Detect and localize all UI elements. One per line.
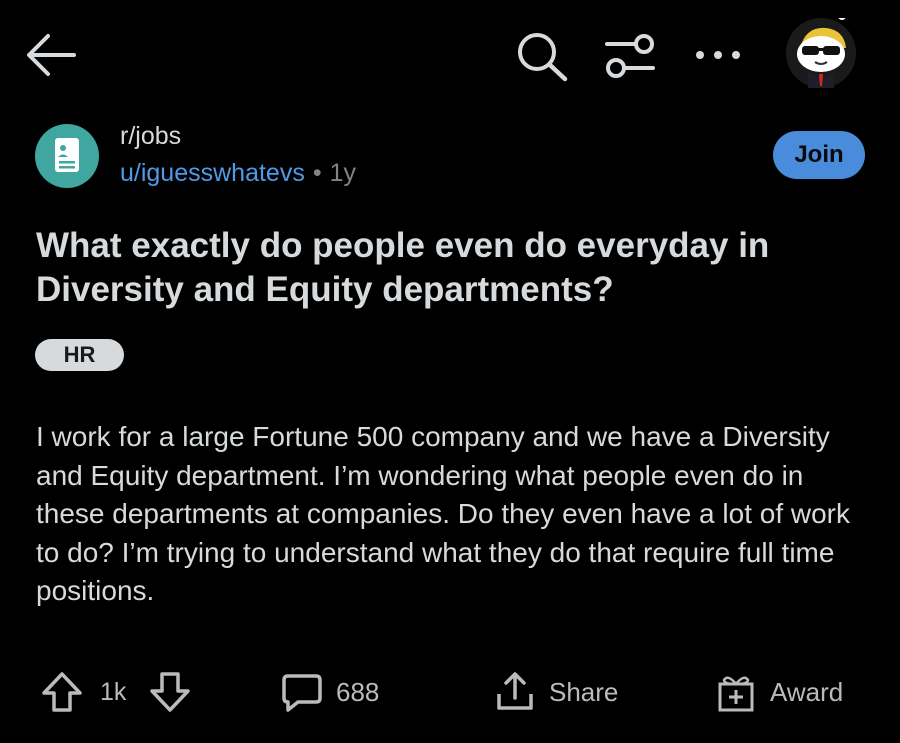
- award-label: Award: [770, 676, 844, 707]
- downvote-icon: [150, 672, 190, 712]
- upvote-button[interactable]: [40, 670, 84, 714]
- post-body: I work for a large Fortune 500 company a…: [36, 421, 851, 606]
- downvote-button[interactable]: [148, 670, 192, 714]
- share-label: Share: [549, 676, 619, 707]
- document-icon: [55, 138, 79, 172]
- join-button[interactable]: Join: [773, 131, 865, 179]
- subreddit-icon[interactable]: [35, 124, 99, 188]
- award-button[interactable]: Award: [714, 670, 843, 714]
- more-icon[interactable]: [693, 44, 743, 66]
- share-button[interactable]: Share: [493, 670, 618, 714]
- post-meta: u/iguesswhatevs • 1y: [120, 159, 356, 188]
- avatar-snoo-icon: [786, 12, 856, 88]
- subreddit-name[interactable]: r/jobs: [120, 122, 181, 151]
- flair-badge[interactable]: HR: [35, 339, 124, 371]
- upvote-icon: [42, 672, 82, 712]
- comment-icon: [282, 674, 322, 712]
- search-icon[interactable]: [515, 30, 571, 82]
- top-bar: [0, 0, 900, 110]
- vote-count: 1k: [100, 678, 127, 706]
- share-icon: [497, 672, 533, 710]
- award-gift-icon: [718, 676, 754, 712]
- post-age: 1y: [329, 159, 356, 187]
- back-arrow-icon[interactable]: [24, 28, 78, 82]
- comment-count: 688: [336, 676, 380, 707]
- meta-separator: •: [312, 159, 322, 187]
- author-link[interactable]: u/iguesswhatevs: [120, 159, 305, 187]
- post-title: What exactly do people even do everyday …: [36, 226, 770, 309]
- comments-button[interactable]: 688: [280, 670, 379, 714]
- action-bar: 1k 688 Share Award: [0, 660, 900, 724]
- filter-icon[interactable]: [604, 33, 656, 79]
- avatar[interactable]: [786, 12, 856, 88]
